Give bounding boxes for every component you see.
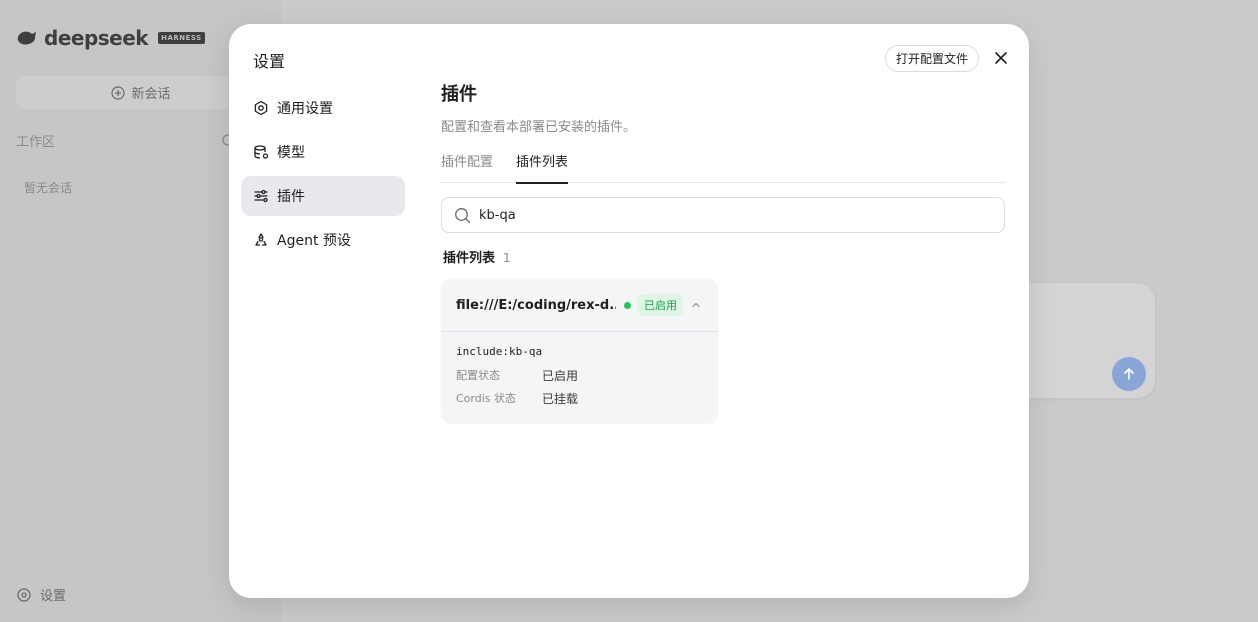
nav-label-general: 通用设置 [277,101,333,117]
cordis-status-row: Cordis 状态 已挂载 [456,390,703,407]
nav-label-plugins: 插件 [277,189,305,205]
modal-title: 设置 [253,52,286,71]
config-status-row: 配置状态 已启用 [456,367,703,384]
gear-icon [17,587,31,602]
logo-text: deepseek [44,26,149,50]
gear-icon [254,100,268,116]
plugin-card-header[interactable]: file:///E:/coding/rex-d... 已启用 [441,279,718,332]
plus-circle-icon [111,85,126,100]
plugin-tabs: 插件配置 插件列表 [441,153,1006,184]
plugin-include: include:kb-qa [456,345,543,358]
app-logo: deepseek HARNESS [16,26,205,50]
send-button [1112,357,1146,391]
tab-plugin-list[interactable]: 插件列表 [516,153,569,184]
sliders-icon [254,189,268,203]
nav-item-general[interactable]: 通用设置 [241,88,405,128]
config-status-label: 配置状态 [456,369,500,382]
cordis-status-value: 已挂载 [542,392,579,406]
plugin-card: file:///E:/coding/rex-d... 已启用 include:k… [441,279,718,423]
status-badge: 已启用 [638,294,683,316]
logo-badge: HARNESS [158,32,205,44]
plugins-panel: 插件 配置和查看本部署已安装的插件。 插件配置 插件列表 插件列表 1 file… [441,80,1006,423]
open-config-file-button[interactable]: 打开配置文件 [885,45,980,72]
workspace-label: 工作区 [16,135,56,150]
plugin-name: file:///E:/coding/rex-d... [456,297,616,313]
nav-label-agent-presets: Agent 预设 [277,233,351,249]
nav-item-plugins[interactable]: 插件 [241,176,405,216]
page-subtitle: 配置和查看本部署已安装的插件。 [441,120,637,135]
empty-sessions: 暂无会话 [24,181,73,195]
plugin-search-box[interactable] [441,197,1005,233]
whale-logo-icon [17,31,36,45]
nav-item-agent-presets[interactable]: Agent 预设 [241,220,405,260]
plugin-list-count: 1 [503,251,511,265]
page-title: 插件 [441,84,477,105]
agent-icon [255,233,267,246]
bg-settings-label: 设置 [40,589,67,604]
config-status-value: 已启用 [542,369,579,383]
new-chat-label: 新会话 [131,87,171,102]
chevron-up-icon[interactable] [691,300,701,310]
bg-settings-button[interactable]: 设置 [16,585,66,604]
nav-item-model[interactable]: 模型 [241,132,405,172]
status-dot [624,301,631,309]
search-icon [455,207,471,223]
plugin-search-input[interactable] [479,207,979,223]
settings-modal: 设置 打开配置文件 通用设置 模型 插件 Agent 预设 插件 配置和查看本部… [229,24,1029,598]
cordis-status-label: Cordis 状态 [456,392,517,405]
close-icon [995,52,1007,64]
plugin-card-body: include:kb-qa 配置状态 已启用 Cordis 状态 已挂载 [441,332,718,420]
nav-label-model: 模型 [277,145,305,161]
plugin-list-title: 插件列表 [443,251,496,266]
settings-nav: 通用设置 模型 插件 Agent 预设 [241,88,405,264]
database-icon [254,145,269,159]
tab-plugin-config[interactable]: 插件配置 [441,153,493,183]
close-button[interactable] [991,48,1011,68]
arrow-up-icon [1124,368,1134,380]
plugin-list-header: 插件列表 1 [443,247,1006,266]
